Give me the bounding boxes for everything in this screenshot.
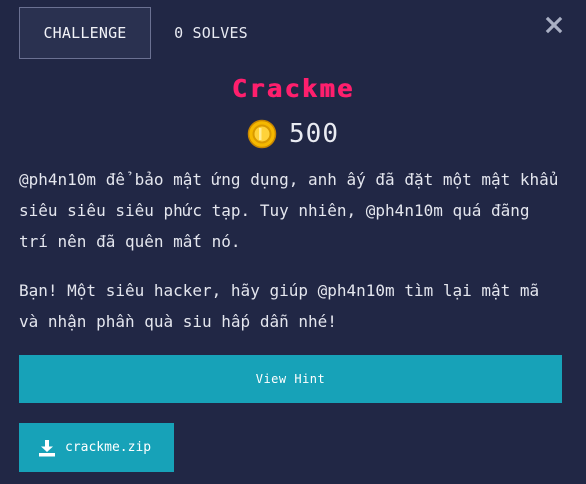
view-hint-button[interactable]: View Hint xyxy=(19,355,562,403)
file-name: crackme.zip xyxy=(65,440,152,455)
close-icon xyxy=(545,16,563,34)
download-icon xyxy=(39,439,55,456)
description-paragraph: Bạn! Một siêu hacker, hãy giúp @ph4n10m … xyxy=(19,281,540,331)
challenge-points: 500 xyxy=(0,116,586,152)
tab-solves[interactable]: 0 SOLVES xyxy=(151,7,271,59)
tab-challenge[interactable]: CHALLENGE xyxy=(19,7,151,59)
challenge-tabs: CHALLENGE 0 SOLVES xyxy=(19,7,271,59)
points-value: 500 xyxy=(289,119,339,149)
description-paragraph: @ph4n10m để bảo mật ứng dụng, anh ấy đã … xyxy=(19,170,559,251)
close-button[interactable] xyxy=(544,15,564,35)
challenge-title: Crackme xyxy=(231,74,355,103)
coin-icon xyxy=(247,119,277,149)
download-file-button[interactable]: crackme.zip xyxy=(19,423,174,472)
